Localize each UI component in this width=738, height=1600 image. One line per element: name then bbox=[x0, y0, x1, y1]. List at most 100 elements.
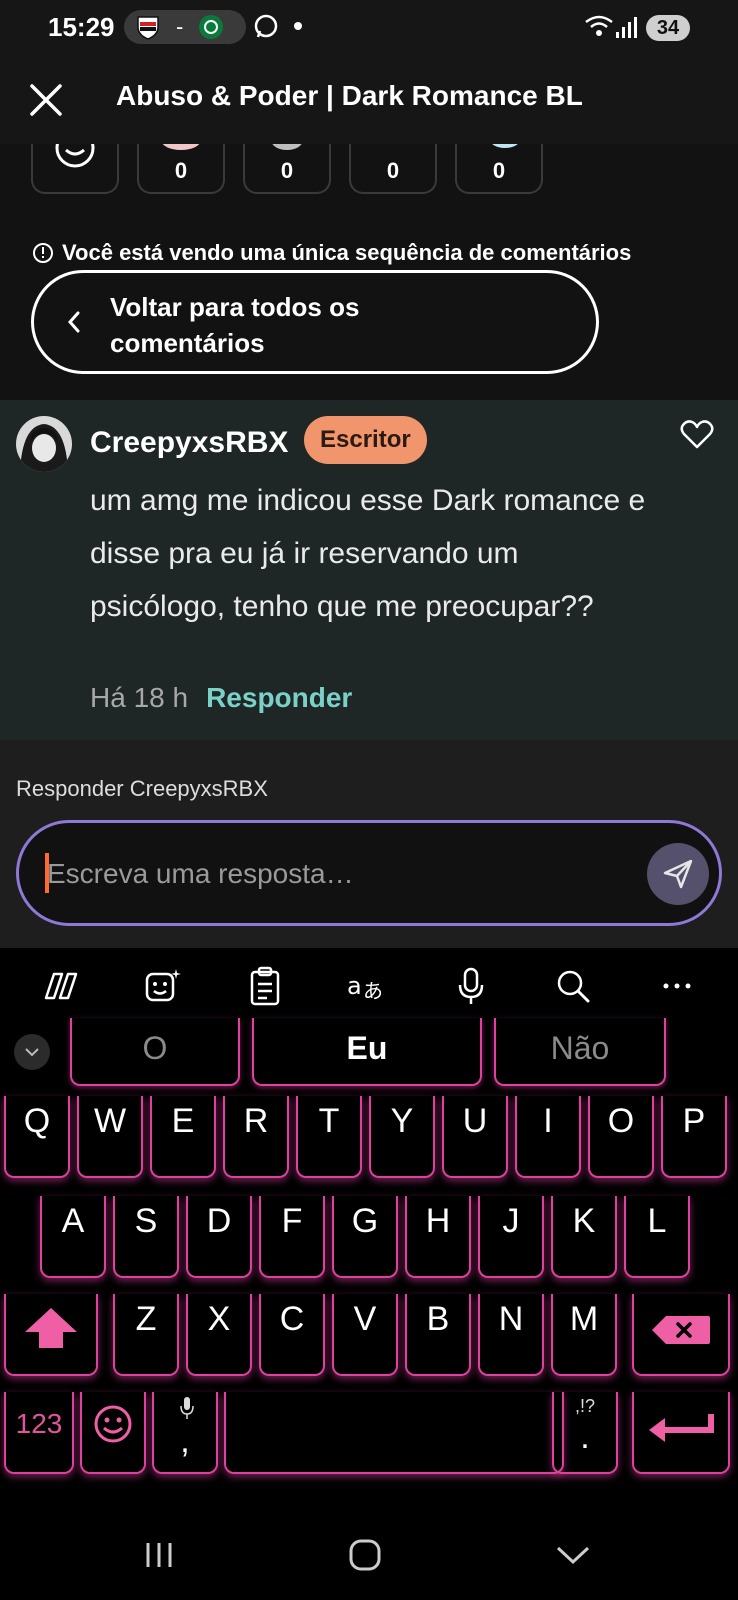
suggestion-item[interactable]: Não bbox=[494, 1018, 666, 1086]
key-u[interactable]: U bbox=[442, 1096, 508, 1178]
key-n[interactable]: N bbox=[478, 1294, 544, 1376]
recents-button[interactable] bbox=[134, 1530, 184, 1580]
sticker-button[interactable] bbox=[140, 964, 186, 1008]
key-a[interactable]: A bbox=[40, 1196, 106, 1278]
backspace-key[interactable] bbox=[632, 1294, 730, 1376]
back-button-label: Voltar para todos os comentários bbox=[110, 292, 360, 358]
key-label: B bbox=[426, 1300, 450, 1338]
key-label: N bbox=[498, 1300, 524, 1338]
key-p[interactable]: P bbox=[661, 1096, 727, 1178]
key-v[interactable]: V bbox=[332, 1294, 398, 1376]
key-r[interactable]: R bbox=[223, 1096, 289, 1178]
key-d[interactable]: D bbox=[186, 1196, 252, 1278]
notification-pill: - bbox=[124, 10, 246, 44]
key-label: H bbox=[425, 1202, 451, 1240]
key-i[interactable]: I bbox=[515, 1096, 581, 1178]
reaction-add-button[interactable] bbox=[31, 144, 119, 194]
suggestion-item[interactable]: Eu bbox=[252, 1018, 482, 1086]
key-label: A bbox=[61, 1202, 85, 1240]
status-time: 15:29 bbox=[48, 12, 115, 42]
signal-icon bbox=[614, 14, 640, 40]
reply-input[interactable] bbox=[45, 853, 609, 895]
reaction-item[interactable]: 0 bbox=[243, 144, 331, 194]
key-label: L bbox=[647, 1202, 667, 1240]
send-button[interactable] bbox=[647, 843, 709, 905]
shift-key[interactable] bbox=[4, 1294, 98, 1376]
back-to-comments-button[interactable]: Voltar para todos os comentários bbox=[31, 270, 599, 374]
key-k[interactable]: K bbox=[551, 1196, 617, 1278]
key-m[interactable]: M bbox=[551, 1294, 617, 1376]
translate-button[interactable]: aあ bbox=[344, 964, 390, 1008]
key-y[interactable]: Y bbox=[369, 1096, 435, 1178]
key-label: E bbox=[171, 1102, 195, 1140]
copilot-button[interactable] bbox=[38, 964, 84, 1008]
on-screen-keyboard: aあ O Eu Não Q W E R T Y U I O P A S D F … bbox=[0, 948, 738, 1600]
reaction-item[interactable]: 0 bbox=[349, 144, 437, 194]
thread-panel: 0 0 0 0 Você está vendo uma única sequên… bbox=[0, 144, 738, 400]
key-g[interactable]: G bbox=[332, 1196, 398, 1278]
key-h[interactable]: H bbox=[405, 1196, 471, 1278]
microphone-hint-icon bbox=[180, 1397, 194, 1419]
key-label: Y bbox=[390, 1102, 414, 1140]
space-key[interactable] bbox=[224, 1392, 564, 1474]
key-s[interactable]: S bbox=[113, 1196, 179, 1278]
suggestion-item[interactable]: O bbox=[70, 1018, 240, 1086]
reaction-item[interactable]: 0 bbox=[137, 144, 225, 194]
key-c[interactable]: C bbox=[259, 1294, 325, 1376]
key-label: , bbox=[180, 1422, 190, 1460]
key-t[interactable]: T bbox=[296, 1096, 362, 1178]
shift-icon bbox=[25, 1308, 77, 1348]
more-options-button[interactable] bbox=[654, 964, 700, 1008]
close-icon bbox=[30, 84, 62, 116]
enter-key[interactable] bbox=[632, 1392, 730, 1474]
key-label: I bbox=[543, 1102, 553, 1140]
key-e[interactable]: E bbox=[150, 1096, 216, 1178]
key-o[interactable]: O bbox=[588, 1096, 654, 1178]
emoji-key[interactable] bbox=[80, 1392, 146, 1474]
status-bar: 15:29 - 34 bbox=[0, 0, 738, 52]
back-button[interactable] bbox=[548, 1530, 598, 1580]
heart-icon bbox=[680, 420, 714, 449]
key-f[interactable]: F bbox=[259, 1196, 325, 1278]
key-b[interactable]: B bbox=[405, 1294, 471, 1376]
comment-meta: Há 18 h Responder bbox=[90, 682, 352, 714]
voice-input-button[interactable] bbox=[448, 964, 494, 1008]
period-key[interactable]: ,!? . bbox=[552, 1392, 618, 1474]
home-button[interactable] bbox=[340, 1530, 390, 1580]
key-z[interactable]: Z bbox=[113, 1294, 179, 1376]
like-button[interactable] bbox=[680, 420, 714, 455]
key-q[interactable]: Q bbox=[4, 1096, 70, 1178]
key-label: Q bbox=[23, 1102, 51, 1140]
notification-dot-icon bbox=[294, 22, 302, 30]
key-label: D bbox=[206, 1202, 232, 1240]
search-button[interactable] bbox=[550, 964, 596, 1008]
thread-notice-text: Você está vendo uma única sequência de c… bbox=[62, 240, 632, 265]
thread-notice: Você está vendo uma única sequência de c… bbox=[32, 240, 631, 266]
reaction-sticker-icon bbox=[162, 144, 200, 150]
team-crest-icon bbox=[134, 13, 162, 41]
reply-input-container[interactable] bbox=[16, 820, 722, 926]
key-label: P bbox=[682, 1102, 706, 1140]
key-label: W bbox=[93, 1102, 127, 1140]
comma-key[interactable]: , bbox=[152, 1392, 218, 1474]
reaction-item[interactable]: 0 bbox=[455, 144, 543, 194]
key-label: Z bbox=[135, 1300, 157, 1338]
numbers-key[interactable]: 123 bbox=[4, 1392, 74, 1474]
send-icon bbox=[663, 859, 693, 889]
clipboard-button[interactable] bbox=[242, 964, 288, 1008]
close-button[interactable] bbox=[24, 78, 68, 122]
key-label: J bbox=[502, 1202, 520, 1240]
key-j[interactable]: J bbox=[478, 1196, 544, 1278]
reaction-sticker-icon bbox=[492, 144, 518, 148]
key-label: O bbox=[607, 1102, 635, 1140]
collapse-keyboard-button[interactable] bbox=[14, 1034, 50, 1070]
wifi-icon bbox=[584, 14, 614, 40]
reply-link[interactable]: Responder bbox=[206, 682, 352, 714]
user-role-badge: Escritor bbox=[304, 416, 427, 464]
avatar[interactable] bbox=[16, 416, 72, 472]
comment-username[interactable]: CreepyxsRBX bbox=[90, 426, 288, 460]
key-l[interactable]: L bbox=[624, 1196, 690, 1278]
key-label: T bbox=[318, 1102, 340, 1140]
key-x[interactable]: X bbox=[186, 1294, 252, 1376]
key-w[interactable]: W bbox=[77, 1096, 143, 1178]
